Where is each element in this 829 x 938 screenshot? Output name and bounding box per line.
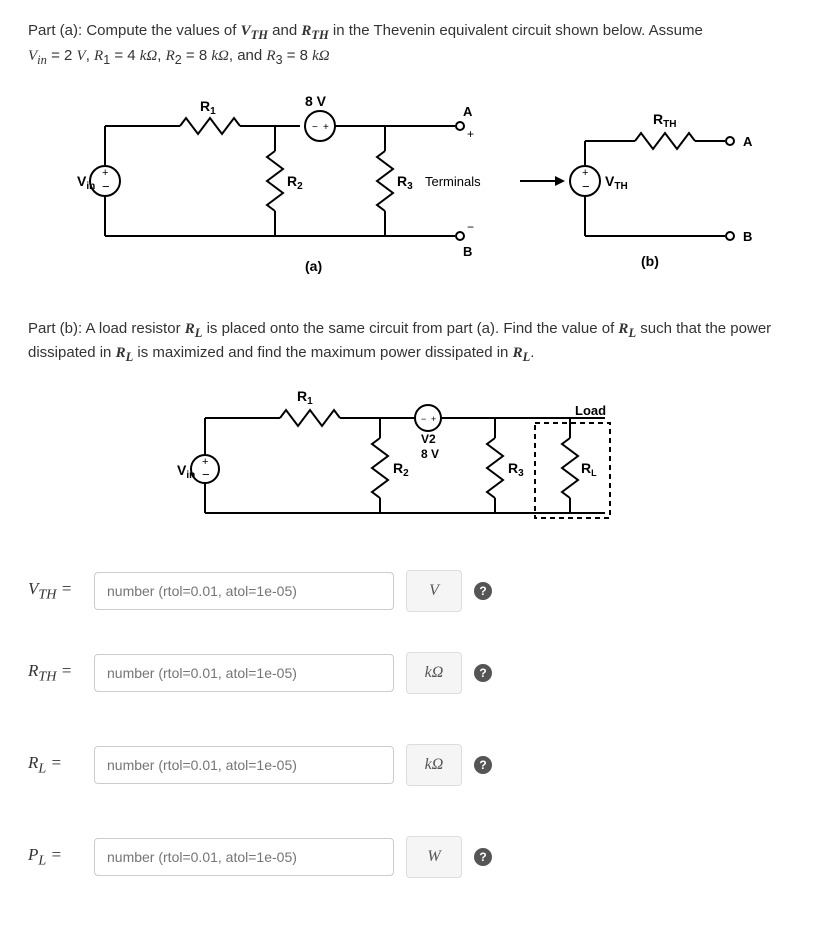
part-b-text: Part (b): A load resistor RL is placed o…: [28, 318, 801, 368]
r1-b-label: R1: [297, 388, 313, 407]
svg-text:−: −: [102, 179, 110, 194]
fig-b-label: (b): [641, 253, 659, 269]
vth-label: VTH: [605, 173, 628, 192]
r1-label: R1: [200, 98, 216, 117]
svg-text:+: +: [431, 414, 436, 424]
diagram-b-svg: + − Vin R1 R2 V2 8 V − + R3 RL Load: [175, 383, 655, 538]
svg-text:B: B: [743, 229, 752, 244]
text: Part (a): Compute the values of: [28, 22, 241, 39]
rl-unit: kΩ: [406, 744, 462, 786]
rth-unit: kΩ: [406, 652, 462, 694]
vth-answer-label: VTH =: [28, 576, 82, 606]
rl-answer-row: RL = kΩ ?: [28, 744, 801, 786]
svg-text:−: −: [467, 220, 474, 234]
rth-label: RTH: [653, 111, 676, 130]
svg-text:−: −: [582, 179, 590, 194]
help-icon[interactable]: ?: [474, 664, 492, 682]
r2-label: R2: [287, 173, 303, 192]
help-icon[interactable]: ?: [474, 848, 492, 866]
part-a-text: Part (a): Compute the values of VTH and …: [28, 20, 801, 70]
pl-answer-label: PL =: [28, 842, 82, 872]
v8-label: 8 V: [305, 93, 327, 109]
vth-unit: V: [406, 570, 462, 612]
help-icon[interactable]: ?: [474, 756, 492, 774]
rth-answer-label: RTH =: [28, 658, 82, 688]
r3-b-label: R3: [508, 460, 524, 479]
terminals-label: Terminals: [425, 174, 481, 189]
terminal-a: A: [463, 104, 473, 119]
rl-answer-label: RL =: [28, 750, 82, 780]
v8-b-label: 8 V: [421, 447, 439, 461]
r3-label: R3: [397, 173, 413, 192]
vth-symbol: VTH: [241, 23, 268, 39]
svg-text:A: A: [743, 134, 753, 149]
rth-input[interactable]: [94, 654, 394, 692]
svg-text:−: −: [421, 414, 426, 424]
svg-text:+: +: [582, 167, 588, 179]
rl-input[interactable]: [94, 746, 394, 784]
svg-text:+: +: [467, 127, 474, 141]
pl-answer-row: PL = W ?: [28, 836, 801, 878]
svg-text:+: +: [323, 122, 329, 133]
svg-text:+: +: [102, 167, 108, 179]
diagram-a-svg: + − Vin R1 R2 8 V − + R3 Terminals A + B…: [65, 86, 765, 286]
load-label: Load: [575, 403, 606, 418]
terminal-b: B: [463, 244, 472, 259]
diagram-b-container: + − Vin R1 R2 V2 8 V − + R3 RL Load: [28, 383, 801, 538]
svg-text:−: −: [202, 467, 210, 482]
v2-label: V2: [421, 432, 436, 446]
fig-a-label: (a): [305, 258, 322, 274]
diagram-a-container: + − Vin R1 R2 8 V − + R3 Terminals A + B…: [28, 86, 801, 286]
svg-text:−: −: [312, 122, 318, 133]
given-values: Vin = 2 V, R1 = 4 kΩ, R2 = 8 kΩ, and R3 …: [28, 47, 330, 64]
help-icon[interactable]: ?: [474, 582, 492, 600]
vth-input[interactable]: [94, 572, 394, 610]
vth-answer-row: VTH = V ?: [28, 570, 801, 612]
text: in the Thevenin equivalent circuit shown…: [333, 22, 703, 39]
rth-symbol: RTH: [301, 23, 328, 39]
pl-input[interactable]: [94, 838, 394, 876]
pl-unit: W: [406, 836, 462, 878]
text: and: [272, 22, 301, 39]
rth-answer-row: RTH = kΩ ?: [28, 652, 801, 694]
r2-b-label: R2: [393, 460, 409, 479]
vin-label: Vin: [77, 173, 95, 192]
rl-b-label: RL: [581, 460, 597, 478]
